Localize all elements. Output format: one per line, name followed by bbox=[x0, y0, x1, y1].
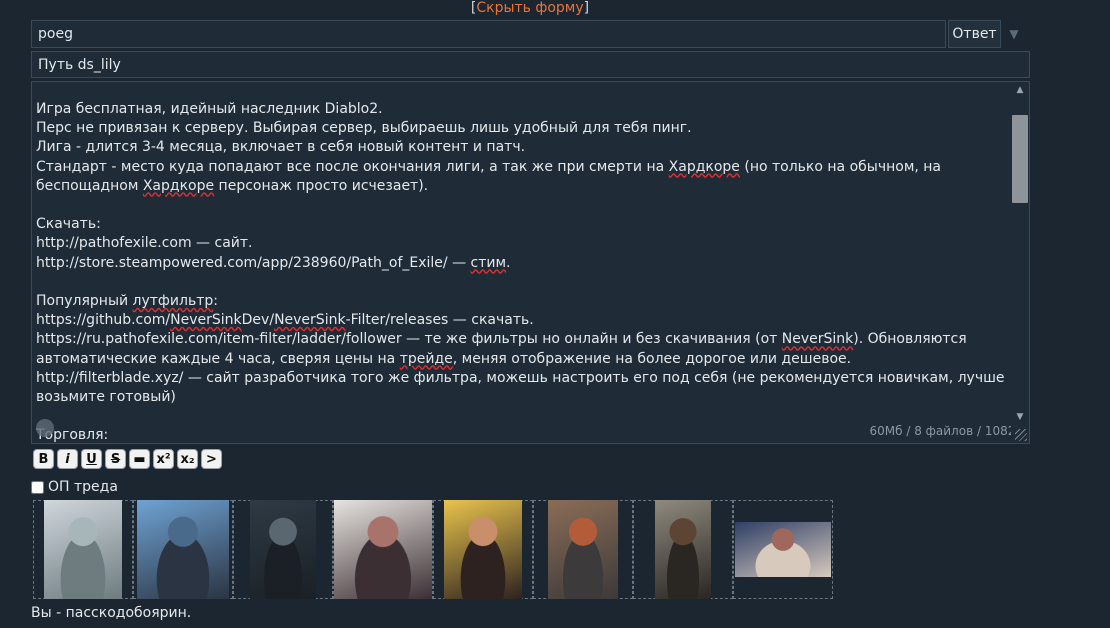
message-line: Скачать: bbox=[36, 216, 101, 233]
superscript-button[interactable]: x² bbox=[153, 449, 174, 469]
thumb-3[interactable] bbox=[233, 500, 333, 599]
drag-handle-icon[interactable] bbox=[36, 419, 54, 437]
file-info: 60Мб / 8 файлов / 10822 bbox=[869, 424, 1024, 438]
italic-button[interactable]: i bbox=[57, 449, 78, 469]
thumbnail-image bbox=[735, 522, 831, 577]
passcode-status: Вы - пасскодобоярин. bbox=[31, 605, 192, 621]
message-line bbox=[36, 407, 1011, 426]
subject-input[interactable]: poeg bbox=[31, 20, 946, 48]
thumb-2[interactable] bbox=[133, 500, 233, 599]
thumb-8[interactable] bbox=[733, 500, 833, 599]
name-value: Путь ds_lily bbox=[38, 56, 121, 73]
message-line: Игра бесплатная, идейный наследник Diabl… bbox=[36, 101, 383, 117]
bracket-close: ] bbox=[583, 0, 590, 16]
message-line: Стандарт - место куда попадают все после… bbox=[36, 158, 946, 194]
thumb-4[interactable] bbox=[333, 500, 433, 599]
thumb-5[interactable] bbox=[433, 500, 533, 599]
markup-toolbar: Bi U S ▬ x² x₂ > bbox=[33, 449, 222, 469]
message-line: https://ru.pathofexile.com/item-filter/l… bbox=[36, 331, 972, 367]
scrollbar[interactable]: ▲ ▼ bbox=[1011, 82, 1029, 443]
message-text: Игра бесплатная, идейный наследник Diabl… bbox=[36, 100, 1011, 444]
message-line bbox=[36, 273, 1011, 292]
message-line: Перс не привязан к серверу. Выбирая серв… bbox=[36, 120, 692, 137]
scroll-down-icon[interactable]: ▼ bbox=[1011, 409, 1029, 425]
subject-value: poeg bbox=[38, 26, 73, 42]
message-line: Популярный лутфильтр: bbox=[36, 293, 218, 310]
op-thread-row: ОП треда bbox=[31, 479, 118, 495]
message-line: http://pathofexile.com — сайт. bbox=[36, 235, 253, 252]
message-line: Торговля: bbox=[36, 427, 109, 444]
spoiler-button[interactable]: ▬ bbox=[129, 449, 150, 469]
hide-form-toggle: [Скрыть форму] bbox=[0, 0, 1060, 16]
thumbnail-image bbox=[44, 500, 122, 599]
message-line: Лига - длится 3-4 месяца, включает в себ… bbox=[36, 139, 526, 156]
subscript-button[interactable]: x₂ bbox=[177, 449, 198, 469]
name-input[interactable]: Путь ds_lily bbox=[31, 51, 1030, 78]
attachment-thumbnails bbox=[33, 500, 833, 599]
op-thread-label: ОП треда bbox=[48, 479, 118, 495]
thumb-6[interactable] bbox=[533, 500, 633, 599]
thumb-7[interactable] bbox=[633, 500, 733, 599]
quote-button[interactable]: > bbox=[201, 449, 222, 469]
bold-button[interactable]: B bbox=[33, 449, 54, 469]
message-line: http://store.steampowered.com/app/238960… bbox=[36, 254, 511, 271]
hide-form-link[interactable]: Скрыть форму bbox=[476, 0, 583, 16]
message-line bbox=[36, 196, 1011, 215]
strike-button[interactable]: S bbox=[105, 449, 126, 469]
thumb-1[interactable] bbox=[33, 500, 133, 599]
thumbnail-image bbox=[444, 500, 522, 599]
op-thread-checkbox[interactable] bbox=[31, 480, 44, 494]
scroll-thumb[interactable] bbox=[1012, 115, 1028, 203]
message-line: http://filterblade.xyz/ — сайт разработч… bbox=[36, 369, 1009, 406]
thumbnail-image bbox=[250, 500, 316, 599]
resize-grip-icon[interactable] bbox=[1015, 429, 1027, 441]
thumbnail-image bbox=[548, 500, 618, 599]
message-line: https://github.com/NeverSinkDev/NeverSin… bbox=[36, 312, 534, 329]
underline-button[interactable]: U bbox=[81, 449, 102, 469]
reply-button[interactable]: Ответ bbox=[948, 20, 1001, 48]
thumbnail-image bbox=[334, 500, 432, 599]
message-textarea[interactable]: Игра бесплатная, идейный наследник Diabl… bbox=[31, 81, 1030, 444]
thumbnail-image bbox=[137, 500, 229, 599]
arrow-down-icon[interactable]: ▼ bbox=[1006, 26, 1022, 42]
scroll-up-icon[interactable]: ▲ bbox=[1011, 82, 1029, 98]
thumbnail-image bbox=[655, 500, 711, 599]
